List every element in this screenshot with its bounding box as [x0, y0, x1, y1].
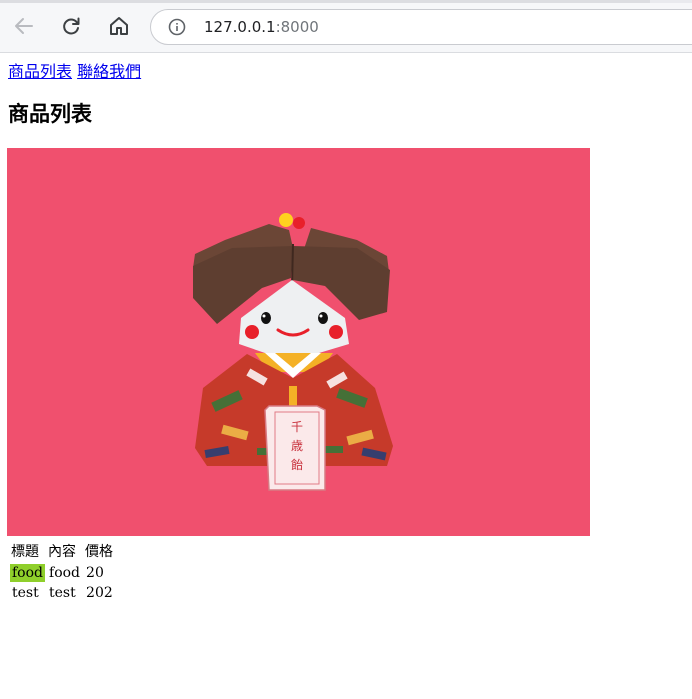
table-row: food food 20 — [10, 564, 115, 582]
active-tab[interactable] — [0, 0, 650, 3]
url-port: :8000 — [275, 18, 319, 36]
back-button[interactable] — [10, 12, 38, 40]
home-button[interactable] — [105, 12, 133, 40]
url-text[interactable]: 127.0.0.1:8000 — [204, 18, 319, 36]
home-icon — [110, 17, 128, 35]
table-row: test test 202 — [10, 584, 115, 602]
hair-ornament-red — [293, 217, 305, 229]
back-arrow-icon — [15, 18, 33, 34]
cell-title: test — [12, 585, 39, 601]
hair-ornament-yellow — [279, 213, 293, 227]
cell-price: 202 — [86, 585, 113, 601]
tag-char-3: 飴 — [291, 457, 303, 472]
cell-content: food — [49, 565, 81, 581]
nav-link-contact[interactable]: 聯絡我們 — [77, 62, 141, 81]
nav-link-products[interactable]: 商品列表 — [8, 62, 72, 81]
info-icon[interactable] — [168, 18, 186, 36]
url-host: 127.0.0.1 — [204, 18, 276, 36]
column-header-price: 價格 — [85, 544, 114, 560]
product-image: 千 歳 飴 — [7, 148, 590, 536]
tag-char-1: 千 — [291, 420, 303, 434]
tab-strip — [0, 0, 692, 3]
address-bar[interactable]: 127.0.0.1:8000 — [150, 9, 692, 45]
cell-price: 20 — [86, 565, 104, 581]
cell-content: test — [49, 585, 76, 601]
tag-char-2: 歳 — [291, 439, 303, 453]
browser-toolbar: 127.0.0.1:8000 — [0, 0, 692, 53]
column-header-content: 內容 — [48, 544, 77, 560]
page-title: 商品列表 — [8, 102, 92, 126]
table-header-row: 標題 內容 價格 — [10, 540, 115, 562]
reload-icon — [63, 17, 80, 35]
cell-title: food — [10, 564, 46, 582]
site-nav: 商品列表 聯絡我們 — [8, 58, 141, 82]
reload-button[interactable] — [57, 12, 85, 40]
product-table: 標題 內容 價格 food food 20 test test 202 — [8, 538, 117, 604]
column-header-title: 標題 — [11, 544, 39, 560]
